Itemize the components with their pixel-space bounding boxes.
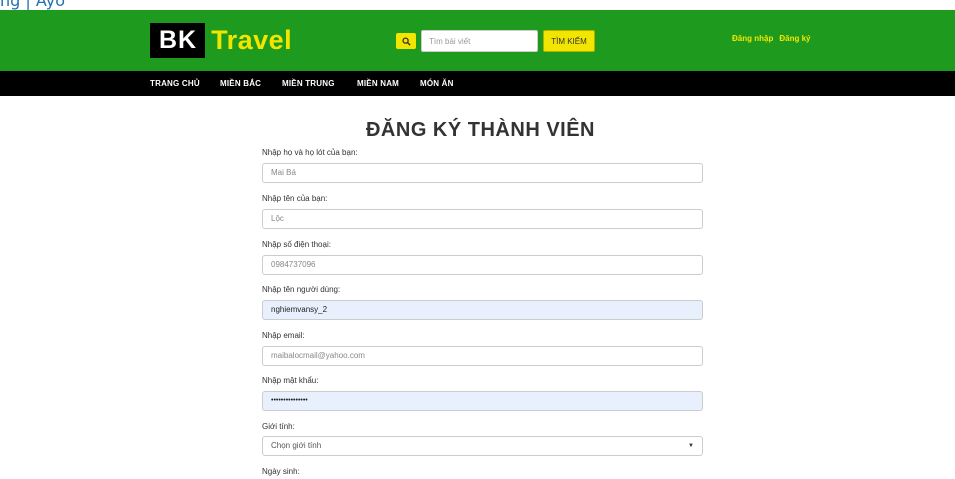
search-icon bbox=[401, 36, 411, 46]
nav-item-home[interactable]: TRANG CHỦ bbox=[150, 71, 200, 96]
browser-partial-text: ng | Ayo bbox=[0, 0, 65, 10]
page-title: ĐĂNG KÝ THÀNH VIÊN bbox=[0, 119, 955, 142]
site-header: BK Travel TÌM KIẾM Đăng nhập Đăng ký bbox=[0, 10, 955, 71]
label-last-name: Nhập họ và họ lót của bạn: bbox=[262, 148, 358, 157]
label-username: Nhập tên người dùng: bbox=[262, 285, 341, 294]
chevron-down-icon: ▼ bbox=[688, 443, 694, 449]
logo-travel: Travel bbox=[211, 25, 293, 55]
label-gender: Giới tính: bbox=[262, 422, 295, 431]
main-nav: TRANG CHỦ MIỀN BẮC MIỀN TRUNG MIỀN NAM M… bbox=[0, 71, 955, 96]
email-field[interactable]: maibalocmail@yahoo.com bbox=[262, 346, 703, 366]
login-link[interactable]: Đăng nhập bbox=[732, 34, 773, 43]
site-logo[interactable]: BK Travel bbox=[150, 23, 292, 58]
browser-top-strip: ng | Ayo bbox=[0, 0, 955, 10]
label-phone: Nhập số điện thoại: bbox=[262, 240, 331, 249]
label-birthdate: Ngày sinh: bbox=[262, 467, 300, 476]
first-name-field[interactable]: Lộc bbox=[262, 209, 703, 229]
gender-select[interactable]: Chọn giới tính ▼ bbox=[262, 436, 703, 456]
gender-select-value: Chọn giới tính bbox=[271, 441, 322, 450]
nav-item-south[interactable]: MIỀN NAM bbox=[357, 71, 399, 96]
nav-item-north[interactable]: MIỀN BẮC bbox=[220, 71, 261, 96]
logo-bk: BK bbox=[150, 23, 206, 58]
username-field[interactable]: nghiemvansy_2 bbox=[262, 300, 703, 320]
label-password: Nhập mật khẩu: bbox=[262, 376, 319, 385]
last-name-field[interactable]: Mai Bá bbox=[262, 163, 703, 183]
nav-item-central[interactable]: MIỀN TRUNG bbox=[282, 71, 335, 96]
search-button[interactable]: TÌM KIẾM bbox=[543, 30, 595, 52]
label-email: Nhập email: bbox=[262, 331, 305, 340]
search-input[interactable] bbox=[421, 30, 538, 52]
auth-links: Đăng nhập Đăng ký bbox=[732, 34, 810, 43]
nav-item-food[interactable]: MÓN ĂN bbox=[420, 71, 454, 96]
register-link[interactable]: Đăng ký bbox=[779, 34, 810, 43]
page-title-text: ĐĂNG KÝ THÀNH VIÊN bbox=[365, 119, 595, 141]
password-field[interactable]: ••••••••••••••• bbox=[262, 391, 703, 411]
phone-field[interactable]: 0984737096 bbox=[262, 255, 703, 275]
search-icon-button[interactable] bbox=[396, 33, 416, 49]
label-first-name: Nhập tên của bạn: bbox=[262, 194, 328, 203]
